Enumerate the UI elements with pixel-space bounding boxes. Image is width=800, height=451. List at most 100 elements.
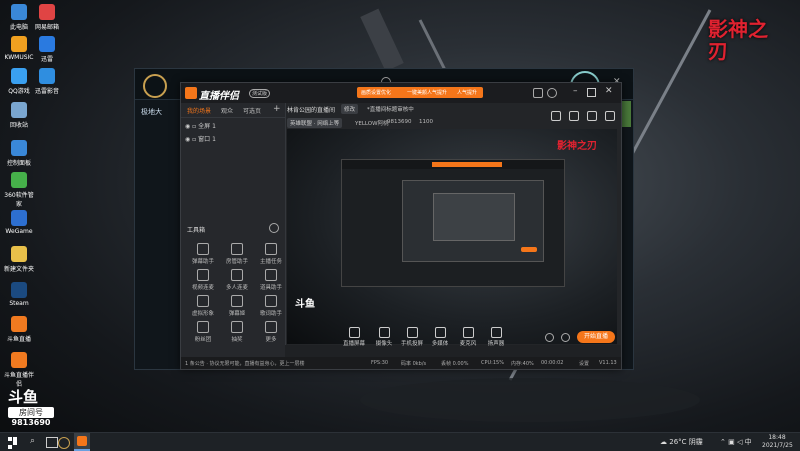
weather-widget[interactable]: ☁ 26°C 阴霾 <box>660 437 703 447</box>
tab-audience[interactable]: 观众 <box>221 106 233 115</box>
source-button[interactable]: 直播屏幕 <box>339 325 369 347</box>
ime-indicator[interactable]: 中 <box>745 438 752 446</box>
toolbox-item[interactable]: 更多 <box>257 321 285 343</box>
desktop-icon[interactable]: KWMUSIC <box>4 36 34 61</box>
tool-label: 虚拟形象 <box>191 311 214 317</box>
app-shortcut-icon <box>11 36 27 52</box>
desktop-icon-label: 控制面板 <box>6 160 31 167</box>
lock-icon[interactable]: ▫ <box>192 123 196 130</box>
bell-icon[interactable] <box>587 111 597 121</box>
desktop-icon[interactable]: 斗鱼直播伴侣 <box>4 352 34 388</box>
lock-icon[interactable] <box>551 111 561 121</box>
desktop-icon[interactable]: 网易邮箱 <box>32 4 62 31</box>
maximize-icon[interactable] <box>587 88 596 97</box>
desktop-icon-label: 斗鱼直播 <box>6 336 31 343</box>
scene-label: 窗口 1 <box>198 136 216 143</box>
toolbox-item[interactable]: 主播任务 <box>257 243 285 265</box>
app-shortcut-icon <box>11 140 27 156</box>
toolbox-item[interactable]: 歌词助手 <box>257 295 285 317</box>
desktop-icon[interactable]: QQ游戏 <box>4 68 34 95</box>
app-shortcut-icon <box>11 4 27 20</box>
windows-start-icon[interactable] <box>8 437 18 449</box>
banner-tab-1[interactable]: 画质设置优化 <box>361 89 391 96</box>
tool-icon <box>231 295 243 307</box>
toolbox-item[interactable]: 视频连麦 <box>189 269 217 291</box>
preview-toggle-icon[interactable] <box>545 333 554 342</box>
add-scene-icon[interactable]: + <box>273 104 281 114</box>
tool-label: 主播任务 <box>259 259 282 265</box>
tray-icons[interactable]: ⌃ ▣ ◁ 中 <box>720 437 752 447</box>
source-button[interactable]: 手机投屏 <box>397 325 427 347</box>
tool-icon <box>231 321 243 333</box>
toolbox-item[interactable]: 粉丝团 <box>189 321 217 343</box>
taskbar-app-game[interactable] <box>56 433 72 451</box>
more-icon[interactable] <box>605 111 615 121</box>
toolbox-item[interactable]: 多人连麦 <box>223 269 251 291</box>
toolbox-item[interactable]: 抽奖 <box>223 321 251 343</box>
desktop-icon-label: 回收站 <box>9 122 28 129</box>
room-title: 林肯公园的直播间 <box>287 107 336 114</box>
desktop-icon[interactable]: 此电脑 <box>4 4 34 31</box>
scene-item[interactable]: ◉ ▫ 窗口 1 <box>185 134 216 143</box>
desktop-icon[interactable]: 360软件管家 <box>4 172 34 208</box>
category-tag[interactable]: 英雄联盟 · 网络上等 <box>287 118 343 128</box>
tool-icon <box>265 243 277 255</box>
start-live-button[interactable]: 开始直播 <box>577 331 615 343</box>
status-settings[interactable]: 设置 <box>579 360 589 367</box>
desktop-icon[interactable]: 控制面板 <box>4 140 34 167</box>
desktop-icon[interactable]: 回收站 <box>4 102 34 129</box>
message-icon[interactable] <box>533 88 543 98</box>
edit-title-button[interactable]: 修改 <box>341 104 359 114</box>
desktop-icon[interactable]: 迅雷影音 <box>32 68 62 95</box>
toolbox-item[interactable]: 虚拟形象 <box>189 295 217 317</box>
clock[interactable]: 18:48 2021/7/25 <box>762 434 793 450</box>
share-icon[interactable] <box>569 111 579 121</box>
room-id: 9813690 <box>387 119 412 125</box>
source-button[interactable]: 麦克风 <box>453 325 483 347</box>
scene-item[interactable]: ◉ ▫ 全屏 1 <box>185 121 216 130</box>
tool-label: 房管助手 <box>225 259 248 265</box>
toolbox-title: 工具箱 <box>187 227 206 234</box>
close-icon[interactable]: ✕ <box>605 86 613 96</box>
gift-icon[interactable] <box>547 88 557 98</box>
toolbox-item[interactable]: 道具助手 <box>257 269 285 291</box>
desktop-icon[interactable]: 迅雷 <box>32 36 62 63</box>
desktop-icon[interactable]: 斗鱼直播 <box>4 316 34 343</box>
eye-icon[interactable]: ◉ <box>185 136 190 143</box>
streamer-name: YELLOW阿桃 <box>355 121 389 127</box>
streaming-app-icon <box>77 436 87 446</box>
chevron-up-icon[interactable]: ⌃ <box>720 438 726 446</box>
minimize-icon[interactable]: – <box>573 86 578 96</box>
lock-icon[interactable]: ▫ <box>192 136 196 143</box>
banner-tab-3[interactable]: 人气提升 <box>457 89 477 96</box>
banner-tab-2[interactable]: 一键美颜人气提升 <box>407 89 447 96</box>
source-label: 手机投屏 <box>400 341 423 347</box>
desktop-icon[interactable]: Steam <box>4 282 34 307</box>
source-label: 多媒体 <box>431 341 449 347</box>
app-logo-text: 直播伴侣 <box>199 91 239 102</box>
search-icon[interactable]: ⌕ <box>30 436 35 446</box>
promo-banner[interactable]: 画质设置优化 一键美颜人气提升 人气提升 <box>357 87 483 98</box>
desktop-icon[interactable]: WeGame <box>4 210 34 235</box>
tab-scenes[interactable]: 我的场景 <box>187 106 211 115</box>
app-shortcut-icon <box>39 36 55 52</box>
source-button[interactable]: 摄像头 <box>369 325 399 347</box>
desktop-icon[interactable]: 新建文件夹 <box>4 246 34 273</box>
tab-optional[interactable]: 可选页 <box>243 106 261 115</box>
tool-label: 粉丝团 <box>194 337 212 343</box>
toolbox-item[interactable]: 弹幕助手 <box>189 243 217 265</box>
settings-icon[interactable] <box>269 223 279 233</box>
watermark-room-label: 房间号 <box>8 407 54 418</box>
source-button[interactable]: 多媒体 <box>425 325 455 347</box>
taskbar-app-streaming[interactable] <box>74 433 90 451</box>
watermark-room-number: 9813690 <box>11 418 51 427</box>
toolbox-item[interactable]: 房管助手 <box>223 243 251 265</box>
source-button[interactable]: 扬声器 <box>481 325 511 347</box>
volume-icon[interactable]: ◁ <box>737 438 742 446</box>
toolbox-item[interactable]: 弹幕姬 <box>223 295 251 317</box>
clock-time: 18:48 <box>768 434 786 441</box>
stream-preview[interactable]: 斗鱼 影神之刃 <box>287 129 617 344</box>
network-icon[interactable]: ▣ <box>728 438 735 446</box>
gear-icon[interactable] <box>561 333 570 342</box>
eye-icon[interactable]: ◉ <box>185 123 190 130</box>
